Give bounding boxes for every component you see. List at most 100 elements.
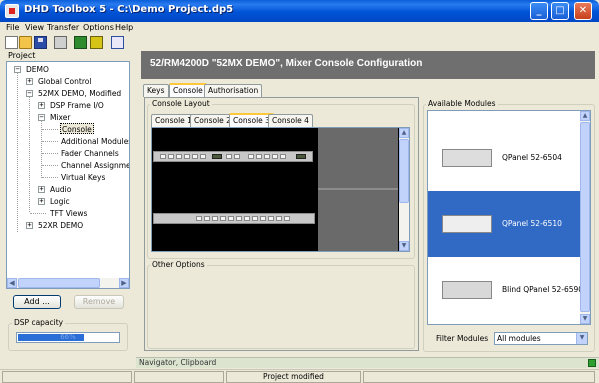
window-title: DHD Toolbox 5 - C:\Demo Project.dp5 [24, 4, 234, 15]
scroll-thumb[interactable] [18, 278, 100, 288]
module-name: QPanel 52-6504 [502, 153, 562, 162]
menu-options[interactable]: Options [83, 23, 114, 32]
navigator-label: Navigator, Clipboard [139, 358, 217, 367]
menu-file[interactable]: File [6, 23, 19, 32]
print-icon[interactable] [54, 36, 67, 49]
open-folder-icon[interactable] [19, 36, 32, 49]
tree-guide [30, 213, 46, 214]
available-modules-list[interactable]: QPanel 52-6504 QPanel 52-6510 Blind QPan… [427, 110, 591, 325]
console-module-strip[interactable] [153, 213, 315, 224]
page-header: 52/RM4200D "52MX DEMO", Mixer Console Co… [141, 51, 595, 79]
tree-item-global-control[interactable]: Global Control [38, 76, 91, 87]
transfer-icon[interactable] [90, 36, 103, 49]
tree-horizontal-scrollbar[interactable]: ◀ ▶ [7, 278, 129, 288]
remove-button[interactable]: Remove [74, 295, 124, 309]
filter-modules-label: Filter Modules [436, 334, 489, 343]
scroll-right-icon[interactable]: ▶ [119, 278, 129, 288]
console-layout-label: Console Layout [150, 99, 212, 108]
tree-guide [42, 177, 58, 178]
menu-transfer[interactable]: Transfer [47, 23, 79, 32]
title-bar: DHD Toolbox 5 - C:\Demo Project.dp5 _ □ … [0, 0, 599, 22]
tree-expander[interactable]: − [26, 90, 33, 97]
scroll-thumb[interactable] [580, 122, 590, 312]
menu-bar: File View Transfer Options Help [0, 22, 599, 36]
tree-item-tft-views[interactable]: TFT Views [50, 208, 87, 219]
tree-item-channel-assignment[interactable]: Channel Assignment [61, 160, 129, 171]
chevron-down-icon[interactable]: ▼ [576, 333, 587, 344]
module-name: Blind QPanel 52-6590 [502, 285, 584, 294]
other-options-group [147, 265, 415, 349]
toolbar [0, 36, 599, 50]
status-cell [134, 371, 224, 383]
tree-guide [42, 165, 58, 166]
tree-guide [42, 129, 58, 130]
tree-guide [42, 141, 58, 142]
module-item[interactable]: Blind QPanel 52-6590 [428, 259, 584, 324]
status-bar: Project modified [0, 369, 599, 383]
menu-help[interactable]: Help [115, 23, 133, 32]
scroll-thumb[interactable] [399, 139, 409, 203]
tree-expander[interactable]: + [38, 186, 45, 193]
dsp-capacity-label: DSP capacity [12, 318, 66, 327]
status-message: Project modified [226, 371, 361, 383]
module-item[interactable]: QPanel 52-6504 [428, 123, 581, 189]
scroll-left-icon[interactable]: ◀ [7, 278, 17, 288]
tree-item-mixer[interactable]: Mixer [50, 112, 70, 123]
page-title: 52/RM4200D "52MX DEMO", Mixer Console Co… [150, 58, 423, 69]
maximize-button[interactable]: □ [551, 2, 569, 20]
menu-view[interactable]: View [25, 23, 44, 32]
configuration-icon[interactable] [111, 36, 124, 49]
connect-icon[interactable] [74, 36, 87, 49]
tree-expander[interactable]: + [38, 198, 45, 205]
navigator-clipboard-bar[interactable]: Navigator, Clipboard [136, 357, 599, 368]
module-item-selected[interactable]: QPanel 52-6510 [428, 191, 581, 257]
tree-guide [29, 96, 30, 212]
filter-modules-select[interactable]: All modules ▼ [494, 332, 588, 345]
new-file-icon[interactable] [5, 36, 18, 49]
tree-item-demo[interactable]: DEMO [26, 64, 49, 75]
available-modules-label: Available Modules [426, 99, 498, 108]
tree-item-fader-channels[interactable]: Fader Channels [61, 148, 119, 159]
tree-expander[interactable]: − [38, 114, 45, 121]
scroll-up-icon[interactable]: ▲ [399, 128, 409, 138]
tree-expander[interactable]: + [38, 102, 45, 109]
add-button[interactable]: Add ... [13, 295, 61, 309]
restore-panel-icon[interactable] [588, 359, 596, 367]
project-tree[interactable]: − DEMO + Global Control − 52MX DEMO, Mod… [6, 61, 130, 289]
project-label: Project [8, 51, 36, 60]
console-vertical-scrollbar[interactable]: ▲ ▼ [399, 128, 409, 251]
tree-expander[interactable]: + [26, 78, 33, 85]
tab-console[interactable]: Console [169, 83, 207, 97]
module-image [442, 215, 492, 233]
app-icon [5, 4, 19, 18]
console-preview-pane [318, 128, 398, 251]
scroll-up-icon[interactable]: ▲ [580, 111, 590, 121]
tree-item-console[interactable]: Console [60, 123, 94, 134]
save-icon[interactable] [34, 36, 47, 49]
tree-item-virtual-keys[interactable]: Virtual Keys [61, 172, 105, 183]
tree-item-logic[interactable]: Logic [50, 196, 70, 207]
tree-guide [17, 72, 18, 232]
scroll-down-icon[interactable]: ▼ [580, 314, 590, 324]
tree-item-52mx-demo[interactable]: 52MX DEMO, Modified [38, 88, 121, 99]
status-cell [363, 371, 595, 383]
module-name: QPanel 52-6510 [502, 219, 562, 228]
tab-console-4[interactable]: Console 4 [268, 114, 313, 127]
close-button[interactable]: ✕ [574, 2, 592, 20]
tree-guide [42, 153, 58, 154]
dsp-capacity-percent: 66% [60, 333, 76, 341]
tree-expander[interactable]: + [26, 222, 33, 229]
tree-expander[interactable]: − [14, 66, 21, 73]
tab-authorisation[interactable]: Authorisation [204, 84, 263, 97]
tree-item-dsp-frame-io[interactable]: DSP Frame I/O [50, 100, 104, 111]
tree-item-52xr-demo[interactable]: 52XR DEMO [38, 220, 83, 231]
dsp-capacity-bar: 66% [16, 332, 120, 343]
console-module-strip[interactable] [153, 151, 313, 162]
module-image [442, 281, 492, 299]
scroll-down-icon[interactable]: ▼ [399, 241, 409, 251]
tree-item-audio[interactable]: Audio [50, 184, 71, 195]
tab-keys[interactable]: Keys [143, 84, 169, 97]
minimize-button[interactable]: _ [530, 2, 548, 20]
modules-vertical-scrollbar[interactable]: ▲ ▼ [580, 111, 590, 324]
tree-item-additional-modules[interactable]: Additional Modules [61, 136, 129, 147]
